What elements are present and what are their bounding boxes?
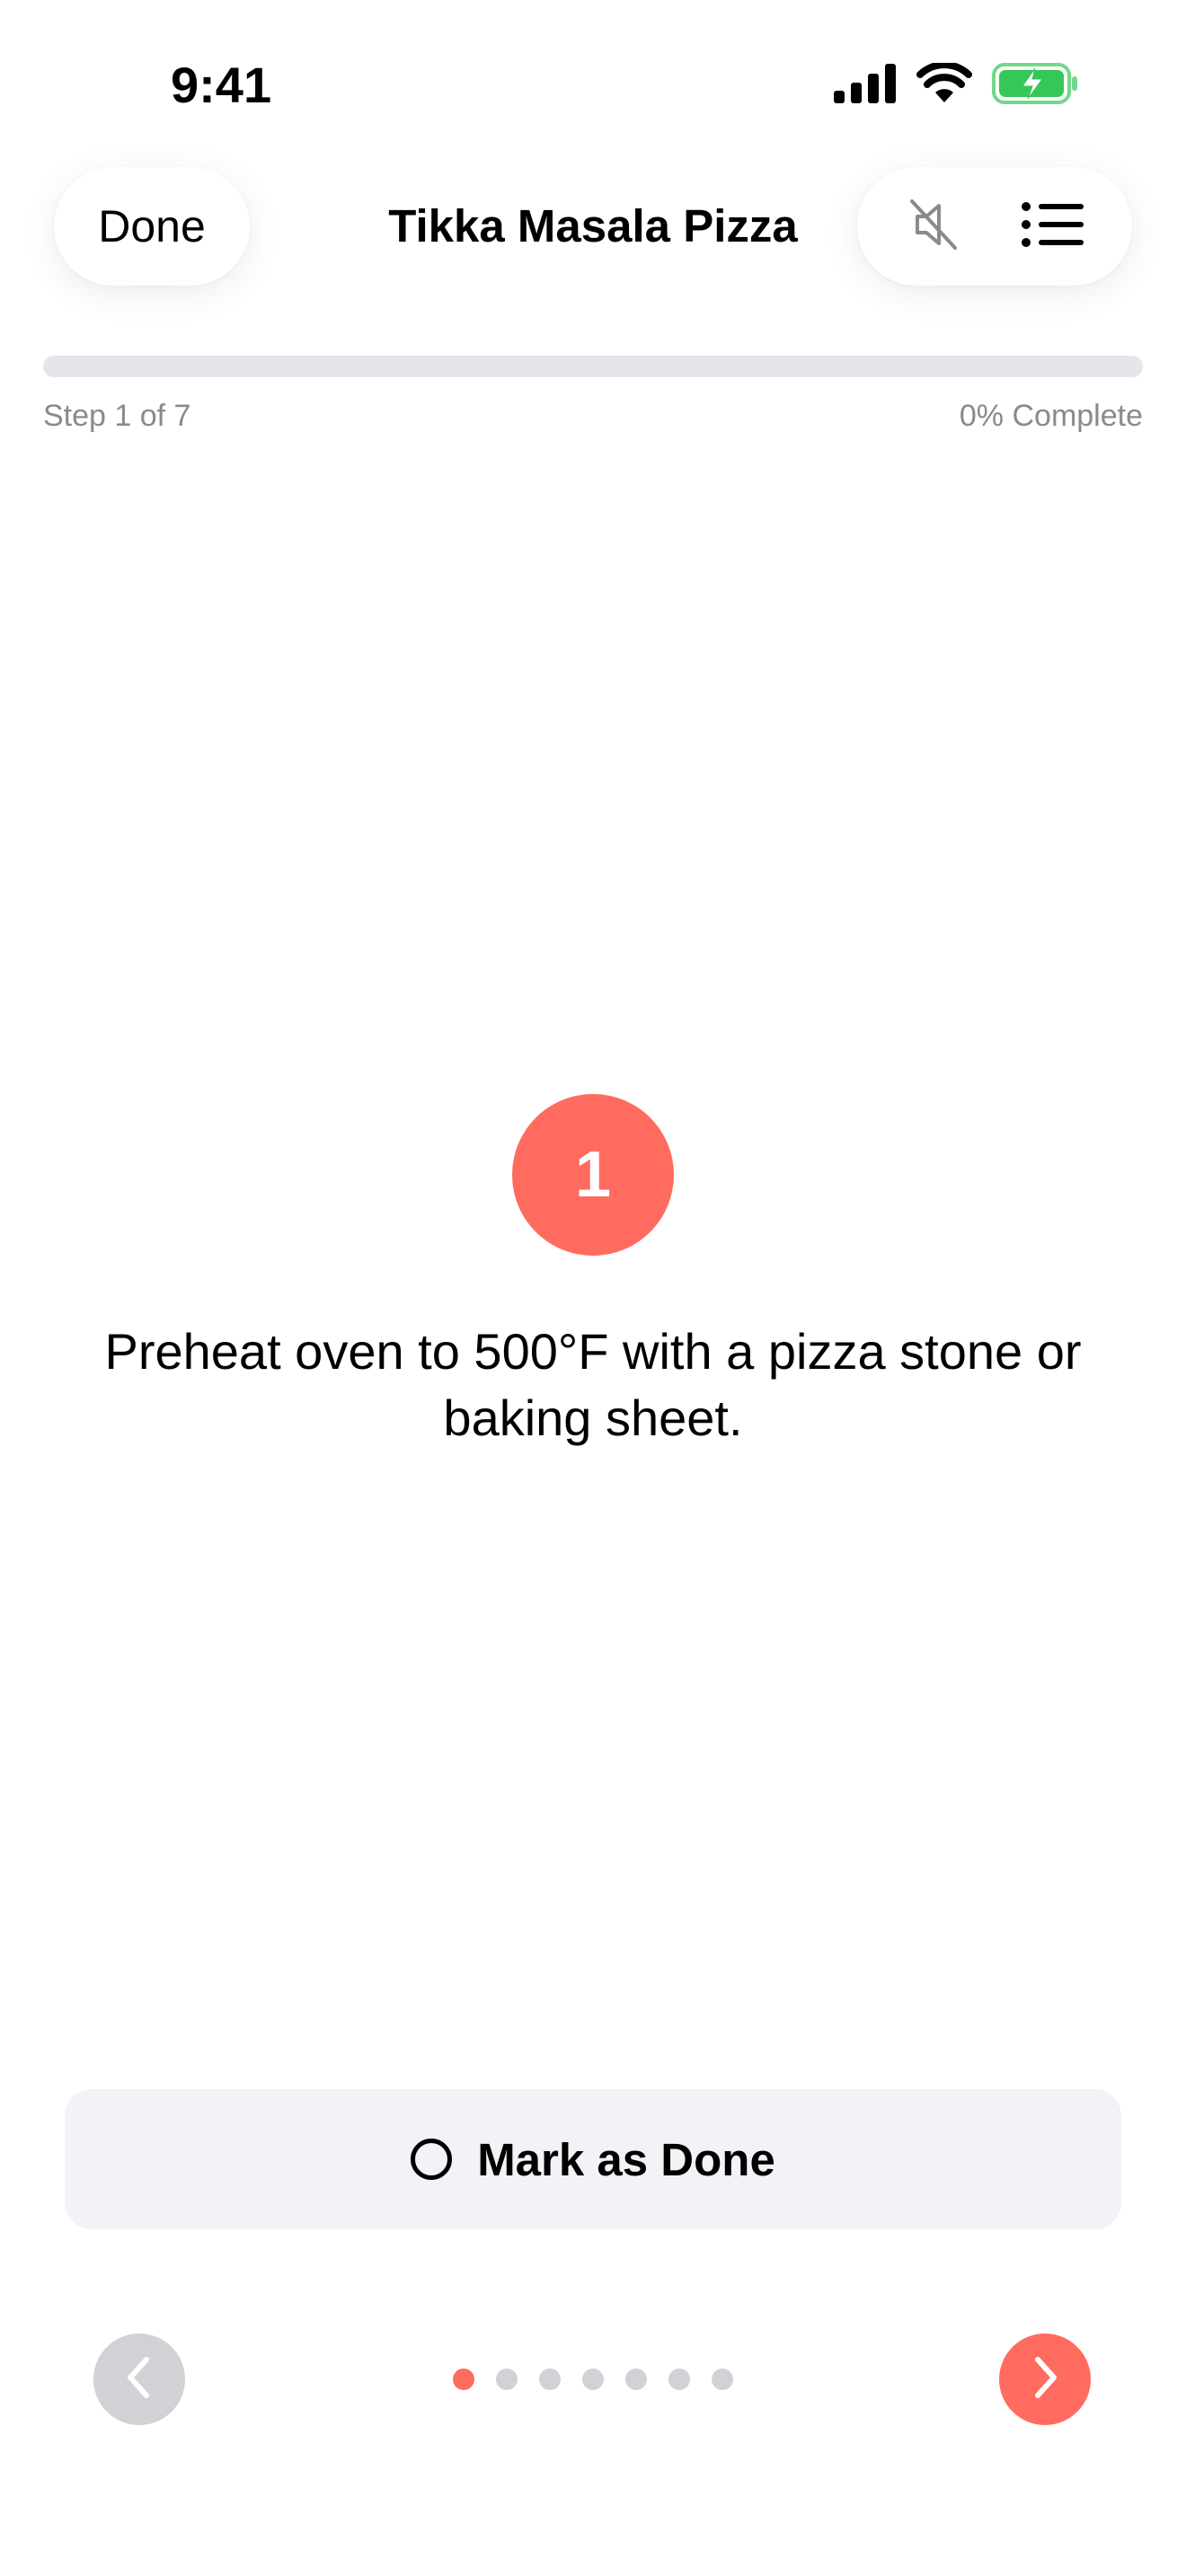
- percent-complete: 0% Complete: [959, 399, 1143, 433]
- cooking-mode-screen: 9:41 Done Tikka Masala Pizza Step 1 of 7…: [0, 0, 1186, 2576]
- progress-bar: [43, 356, 1143, 377]
- page-dot[interactable]: [625, 2369, 647, 2390]
- next-step-button[interactable]: [999, 2333, 1091, 2425]
- page-dot[interactable]: [582, 2369, 604, 2390]
- battery-charging-icon: [992, 62, 1078, 110]
- step-number-badge: 1: [512, 1094, 674, 1256]
- list-icon[interactable]: [1021, 199, 1085, 254]
- page-dot[interactable]: [539, 2369, 561, 2390]
- wifi-icon: [916, 60, 972, 109]
- page-dot[interactable]: [712, 2369, 733, 2390]
- step-counter: Step 1 of 7: [43, 399, 191, 433]
- page-dot[interactable]: [453, 2369, 474, 2390]
- speaker-muted-icon[interactable]: [905, 196, 962, 258]
- step-instruction: Preheat oven to 500°F with a pizza stone…: [104, 1323, 1082, 1446]
- chevron-right-icon: [1025, 2354, 1065, 2405]
- page-dot[interactable]: [496, 2369, 518, 2390]
- cellular-signal-icon: [834, 63, 897, 108]
- mark-as-done-label: Mark as Done: [477, 2133, 775, 2185]
- status-icons: [834, 60, 1078, 110]
- mark-as-done-button[interactable]: Mark as Done: [65, 2089, 1121, 2229]
- page-dot[interactable]: [668, 2369, 690, 2390]
- circle-outline-icon: [411, 2139, 453, 2180]
- status-time: 9:41: [171, 57, 272, 113]
- nav-actions-group: [857, 167, 1132, 286]
